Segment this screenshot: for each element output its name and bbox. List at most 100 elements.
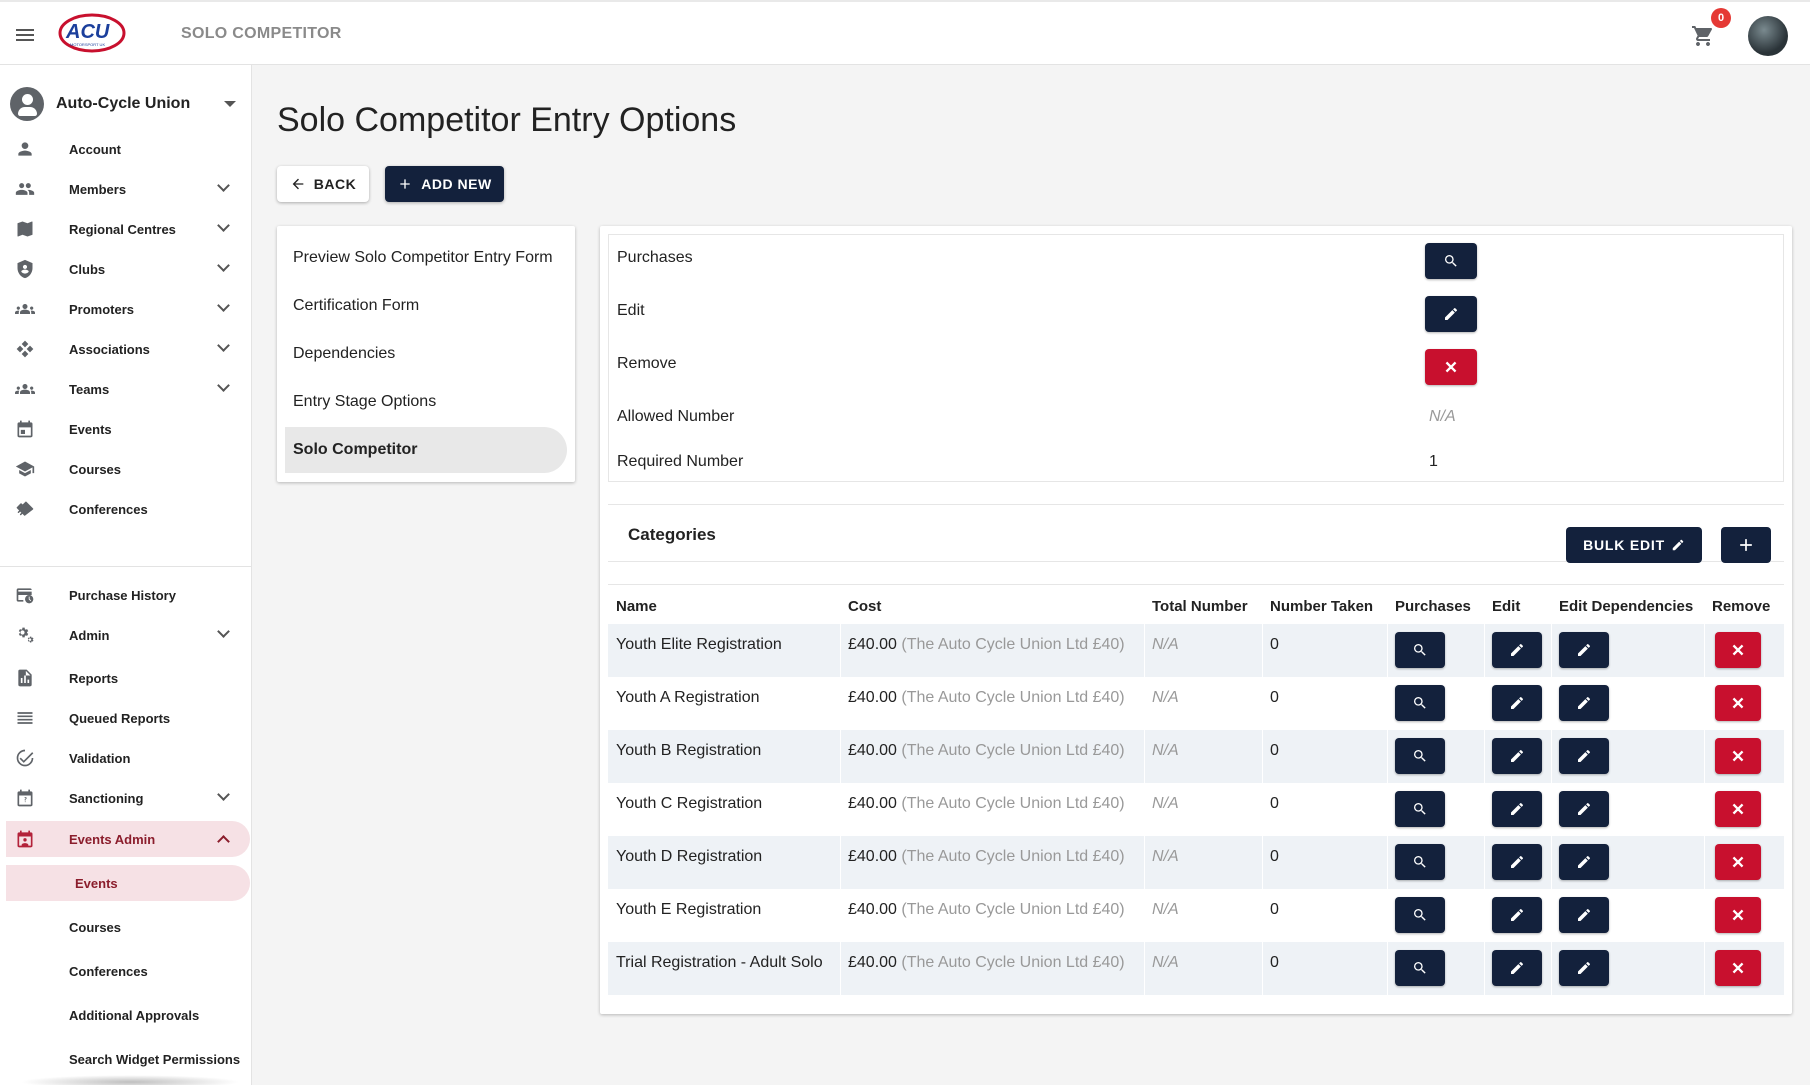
pencil-icon <box>1511 961 1524 974</box>
sidebar-item-associations[interactable]: Associations <box>0 331 251 367</box>
row-purchases-button[interactable] <box>1395 738 1445 774</box>
cell-divider <box>1551 942 1552 995</box>
category-total-number: N/A <box>1152 901 1179 918</box>
pencil-icon <box>1578 961 1591 974</box>
cart-icon[interactable] <box>1690 24 1716 48</box>
row-remove-button[interactable] <box>1715 738 1761 774</box>
row-edit-button[interactable] <box>1492 897 1542 933</box>
category-name: Youth E Registration <box>616 901 762 918</box>
sidebar-item-validation[interactable]: Validation <box>0 740 251 776</box>
row-edit-button[interactable] <box>1492 791 1542 827</box>
sidebar-item-admin[interactable]: Admin <box>0 617 251 653</box>
sidebar-item-label: Courses <box>69 462 122 477</box>
search-icon <box>1414 697 1426 709</box>
category-cost: £40.00 (The Auto Cycle Union Ltd £40) <box>848 848 1125 866</box>
sidebar-item-account[interactable]: Account <box>0 131 251 167</box>
row-remove-button[interactable] <box>1715 685 1761 721</box>
check-circle-icon <box>13 748 37 768</box>
row-purchases-button[interactable] <box>1395 844 1445 880</box>
sidebar-item-conferences[interactable]: Conferences <box>0 491 251 527</box>
row-edit-dependencies-button[interactable] <box>1559 844 1609 880</box>
row-purchases-button[interactable] <box>1395 632 1445 668</box>
sidebar-item-label: Sanctioning <box>69 791 144 806</box>
cell-divider <box>1144 677 1145 730</box>
back-button[interactable]: BACK <box>277 166 369 202</box>
remove-button[interactable] <box>1425 349 1477 385</box>
search-icon <box>1414 750 1426 762</box>
calendar-icon <box>13 419 37 439</box>
sidebar-subitem-events[interactable]: Events <box>6 865 250 901</box>
row-edit-dependencies-button[interactable] <box>1559 632 1609 668</box>
edit-button[interactable] <box>1425 296 1477 332</box>
row-remove-button[interactable] <box>1715 897 1761 933</box>
row-remove-button[interactable] <box>1715 844 1761 880</box>
sidebar-item-sanctioning[interactable]: Sanctioning <box>0 780 251 816</box>
org-selector[interactable]: Auto-Cycle Union <box>10 85 242 121</box>
cell-divider <box>1387 783 1388 836</box>
menu-item-solo-competitor[interactable]: Solo Competitor <box>285 427 567 473</box>
search-icon <box>1414 962 1426 974</box>
row-purchases-button[interactable] <box>1395 897 1445 933</box>
acu-logo[interactable]: ACU MOTORSPORT UK <box>58 12 126 54</box>
sidebar-item-events-admin[interactable]: Events Admin <box>6 821 250 857</box>
category-total-number: N/A <box>1152 742 1179 759</box>
add-category-button[interactable] <box>1721 527 1771 563</box>
row-edit-button[interactable] <box>1492 685 1542 721</box>
detail-row-remove: Remove <box>609 341 1785 387</box>
menu-icon[interactable] <box>16 29 34 41</box>
sidebar-subitem-label: Courses <box>69 920 122 935</box>
row-remove-button[interactable] <box>1715 632 1761 668</box>
cost-amount: £40.00 <box>848 848 897 865</box>
cost-amount: £40.00 <box>848 689 897 706</box>
row-edit-dependencies-button[interactable] <box>1559 685 1609 721</box>
row-edit-button[interactable] <box>1492 632 1542 668</box>
category-name: Youth A Registration <box>616 689 760 706</box>
sidebar-item-promoters[interactable]: Promoters <box>0 291 251 327</box>
purchases-search-button[interactable] <box>1425 243 1477 279</box>
cell-divider <box>840 783 841 836</box>
row-purchases-button[interactable] <box>1395 791 1445 827</box>
row-remove-button[interactable] <box>1715 950 1761 986</box>
sidebar-subitem-search-widget-permissions[interactable]: Search Widget Permissions <box>0 1041 251 1077</box>
chevron-down-icon <box>217 219 230 232</box>
table-row: Youth C Registration £40.00 (The Auto Cyc… <box>608 783 1784 836</box>
row-purchases-button[interactable] <box>1395 950 1445 986</box>
row-edit-dependencies-button[interactable] <box>1559 897 1609 933</box>
sidebar-subitem-conferences[interactable]: Conferences <box>0 953 251 989</box>
category-name: Youth D Registration <box>616 848 763 865</box>
menu-item-dependencies[interactable]: Dependencies <box>285 331 567 377</box>
menu-item-entry-stage-options[interactable]: Entry Stage Options <box>285 379 567 425</box>
sidebar-subitem-additional-approvals[interactable]: Additional Approvals <box>0 997 251 1033</box>
sidebar-subitem-courses[interactable]: Courses <box>0 909 251 945</box>
category-name: Trial Registration - Adult Solo <box>616 954 823 971</box>
user-avatar[interactable] <box>1748 16 1788 56</box>
bulk-edit-button[interactable]: BULK EDIT <box>1566 527 1702 563</box>
row-edit-button[interactable] <box>1492 738 1542 774</box>
cell-divider <box>840 889 841 942</box>
sidebar-item-label: Account <box>69 142 121 157</box>
pencil-icon <box>1511 802 1524 815</box>
sidebar-item-purchase-history[interactable]: Purchase History <box>0 577 251 613</box>
sidebar-item-regional-centres[interactable]: Regional Centres <box>0 211 251 247</box>
table-header: Name Cost Total Number Number Taken Purchase… <box>608 584 1784 624</box>
sidebar-item-teams[interactable]: Teams <box>0 371 251 407</box>
sidebar-item-queued-reports[interactable]: Queued Reports <box>0 700 251 736</box>
sidebar-item-reports[interactable]: Reports <box>0 660 251 696</box>
row-edit-button[interactable] <box>1492 844 1542 880</box>
cost-amount: £40.00 <box>848 742 897 759</box>
sidebar-item-events[interactable]: Events <box>0 411 251 447</box>
add-new-button[interactable]: ADD NEW <box>385 166 504 202</box>
sidebar-item-clubs[interactable]: Clubs <box>0 251 251 287</box>
row-remove-button[interactable] <box>1715 791 1761 827</box>
row-purchases-button[interactable] <box>1395 685 1445 721</box>
row-edit-dependencies-button[interactable] <box>1559 738 1609 774</box>
menu-item-certification-form[interactable]: Certification Form <box>285 283 567 329</box>
row-edit-button[interactable] <box>1492 950 1542 986</box>
menu-item-preview-solo-competitor-entry-form[interactable]: Preview Solo Competitor Entry Form <box>285 235 567 281</box>
pencil-icon <box>1511 643 1524 656</box>
sidebar-item-courses[interactable]: Courses <box>0 451 251 487</box>
sidebar-item-members[interactable]: Members <box>0 171 251 207</box>
row-edit-dependencies-button[interactable] <box>1559 950 1609 986</box>
row-edit-dependencies-button[interactable] <box>1559 791 1609 827</box>
column-header-edit: Edit <box>1492 598 1521 615</box>
